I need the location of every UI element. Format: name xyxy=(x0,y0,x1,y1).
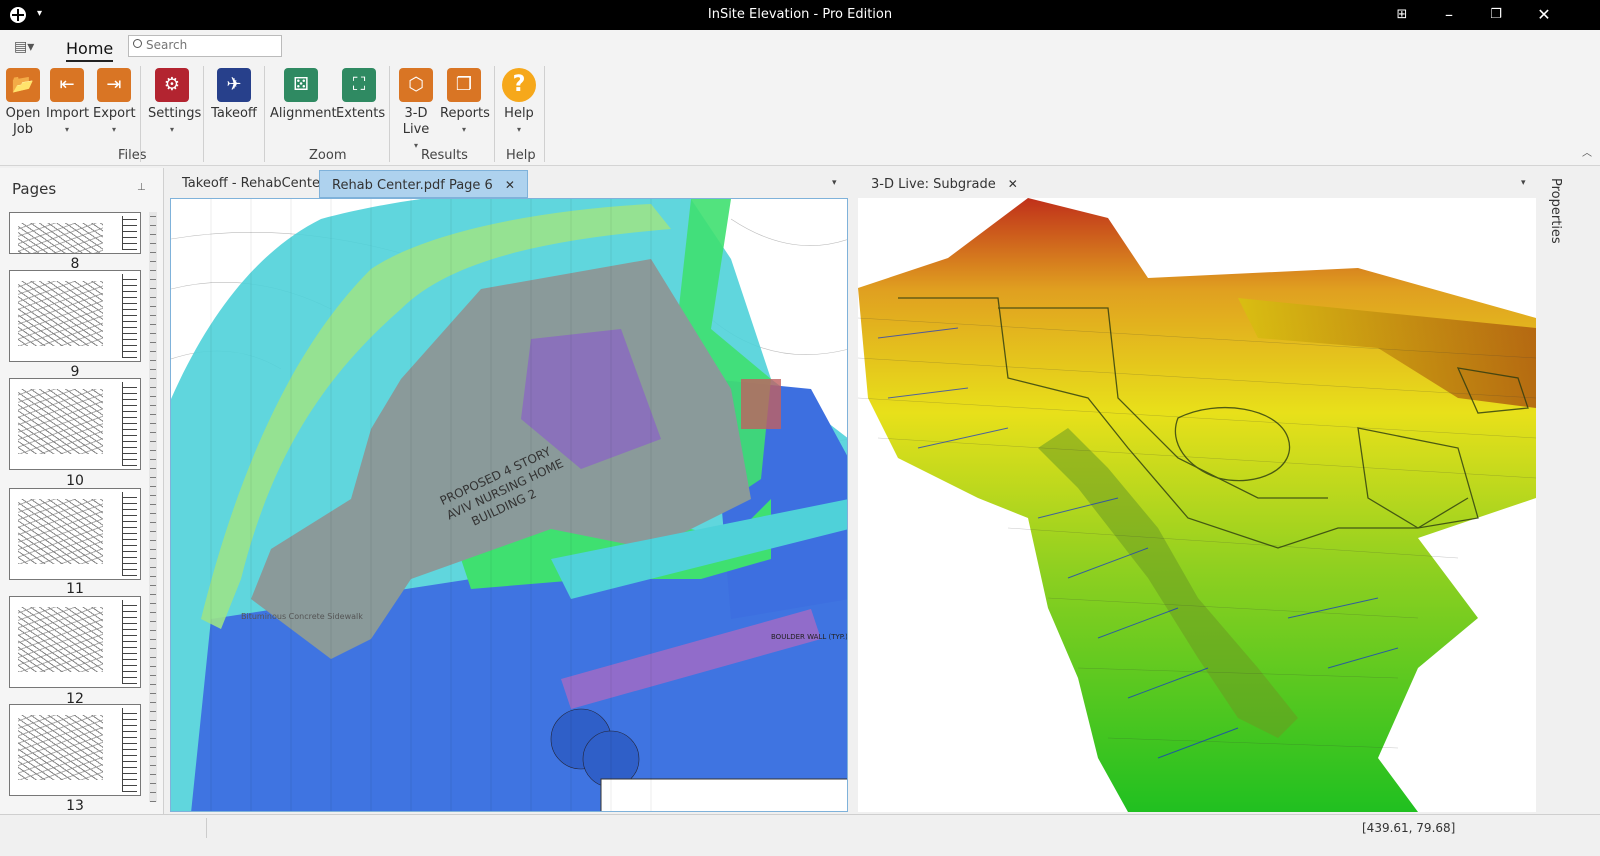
close-button[interactable]: ✕ xyxy=(1532,4,1556,26)
page-thumbnail[interactable] xyxy=(9,596,141,688)
pages-title: Pages xyxy=(12,180,57,198)
folder-open-icon: 📂 xyxy=(6,68,40,102)
tab-takeoff-rehabcenter[interactable]: Takeoff - RehabCenter xyxy=(170,170,337,198)
group-label-zoom: Zoom xyxy=(309,148,347,163)
ribbon-separator xyxy=(544,66,545,162)
tab-home[interactable]: Home xyxy=(66,39,114,62)
extents-button[interactable]: ⛶ Extents xyxy=(336,68,385,122)
ribbon-separator xyxy=(494,66,495,162)
ribbon-tab-row: ▤▾ Home xyxy=(0,30,1600,62)
page-number: 11 xyxy=(66,581,84,597)
3d-live-button[interactable]: ⬡ 3-D Live ▾ xyxy=(396,68,436,154)
window-title: InSite Elevation - Pro Edition xyxy=(707,7,893,22)
plan-label-sidewalk: Bituminous Concrete Sidewalk xyxy=(241,612,363,621)
import-button[interactable]: ⇤ Import ▾ xyxy=(46,68,89,138)
import-icon: ⇤ xyxy=(50,68,84,102)
group-label-help: Help xyxy=(506,148,536,163)
settings-button[interactable]: ⚙ Settings ▾ xyxy=(148,68,201,138)
bottom-strip xyxy=(0,840,1600,856)
page-thumbnail[interactable] xyxy=(9,378,141,470)
tab-list-dropdown-icon[interactable]: ▾ xyxy=(832,178,837,188)
page-thumbnail[interactable] xyxy=(9,488,141,580)
chevron-down-icon: ▾ xyxy=(111,125,116,134)
app-menu-icon[interactable]: ▤▾ xyxy=(14,39,36,55)
close-tab-icon[interactable]: ✕ xyxy=(505,178,515,192)
snap-layout-icon[interactable]: ⊞ xyxy=(1390,4,1414,26)
page-number: 13 xyxy=(66,798,84,814)
ribbon: 📂 Open Job ⇤ Import ▾ ⇥ Export ▾ Files ⚙… xyxy=(0,62,1600,166)
pdf-plan-view[interactable]: PROPOSED 4 STORY AVIV NURSING HOME BUILD… xyxy=(170,198,848,812)
export-icon: ⇥ xyxy=(97,68,131,102)
collapse-ribbon-icon[interactable]: ︿ xyxy=(1582,144,1592,159)
open-job-button[interactable]: 📂 Open Job xyxy=(4,68,42,138)
reports-icon: ❐ xyxy=(447,68,481,102)
page-thumbnail[interactable] xyxy=(9,270,141,362)
status-bar: [439.61, 79.68] xyxy=(0,814,1600,840)
search-input[interactable] xyxy=(146,38,276,52)
page-number: 10 xyxy=(66,473,84,489)
ribbon-separator xyxy=(140,66,141,162)
search-icon xyxy=(133,39,142,48)
status-divider xyxy=(206,818,207,838)
minimize-button[interactable]: – xyxy=(1437,4,1461,26)
page-thumbnail[interactable] xyxy=(9,212,141,254)
title-bar: ▾ InSite Elevation - Pro Edition ⊞ – ❐ ✕ xyxy=(0,0,1600,30)
chevron-down-icon: ▾ xyxy=(461,125,466,134)
chevron-down-icon: ▾ xyxy=(64,125,69,134)
airplane-icon: ✈ xyxy=(217,68,251,102)
3d-surface-view[interactable] xyxy=(858,198,1536,812)
group-label-results: Results xyxy=(421,148,468,163)
restore-button[interactable]: ❐ xyxy=(1484,4,1508,26)
gear-icon: ⚙ xyxy=(155,68,189,102)
cube-icon: ⬡ xyxy=(399,68,433,102)
ribbon-separator xyxy=(264,66,265,162)
pages-panel: Pages ⊥ 8 9 10 11 12 13 xyxy=(0,168,164,814)
3d-view-area: 3-D Live: Subgrade ✕ ▾ xyxy=(857,168,1537,814)
pin-icon[interactable]: ⊥ xyxy=(137,182,146,193)
tab-rehab-center-pdf[interactable]: Rehab Center.pdf Page 6 ✕ xyxy=(319,170,528,198)
chevron-down-icon: ▾ xyxy=(169,125,174,134)
help-button[interactable]: ? Help ▾ xyxy=(500,68,538,138)
reports-button[interactable]: ❐ Reports ▾ xyxy=(440,68,490,138)
properties-label[interactable]: Properties xyxy=(1548,178,1563,244)
alignment-button[interactable]: ⚄ Alignment xyxy=(270,68,337,122)
chevron-down-icon: ▾ xyxy=(516,125,521,134)
page-thumbnail[interactable] xyxy=(9,704,141,796)
cursor-coordinates: [439.61, 79.68] xyxy=(1362,821,1456,835)
alignment-icon: ⚄ xyxy=(284,68,318,102)
tab-3d-live-subgrade[interactable]: 3-D Live: Subgrade ✕ xyxy=(859,170,1030,198)
extents-icon: ⛶ xyxy=(342,68,376,102)
ribbon-separator xyxy=(203,66,204,162)
document-area: Takeoff - RehabCenter Rehab Center.pdf P… xyxy=(168,168,850,814)
properties-side-panel[interactable] xyxy=(1538,168,1568,814)
question-mark-icon: ? xyxy=(502,68,536,102)
group-label-files: Files xyxy=(118,148,147,163)
ribbon-separator xyxy=(389,66,390,162)
view-tab-dropdown-icon[interactable]: ▾ xyxy=(1521,178,1526,188)
takeoff-button[interactable]: ✈ Takeoff xyxy=(209,68,259,122)
pages-scroll-ruler xyxy=(150,212,156,802)
plan-label-wall: BOULDER WALL (TYP.) xyxy=(771,633,848,641)
close-tab-icon[interactable]: ✕ xyxy=(1008,177,1018,191)
export-button[interactable]: ⇥ Export ▾ xyxy=(93,68,136,138)
